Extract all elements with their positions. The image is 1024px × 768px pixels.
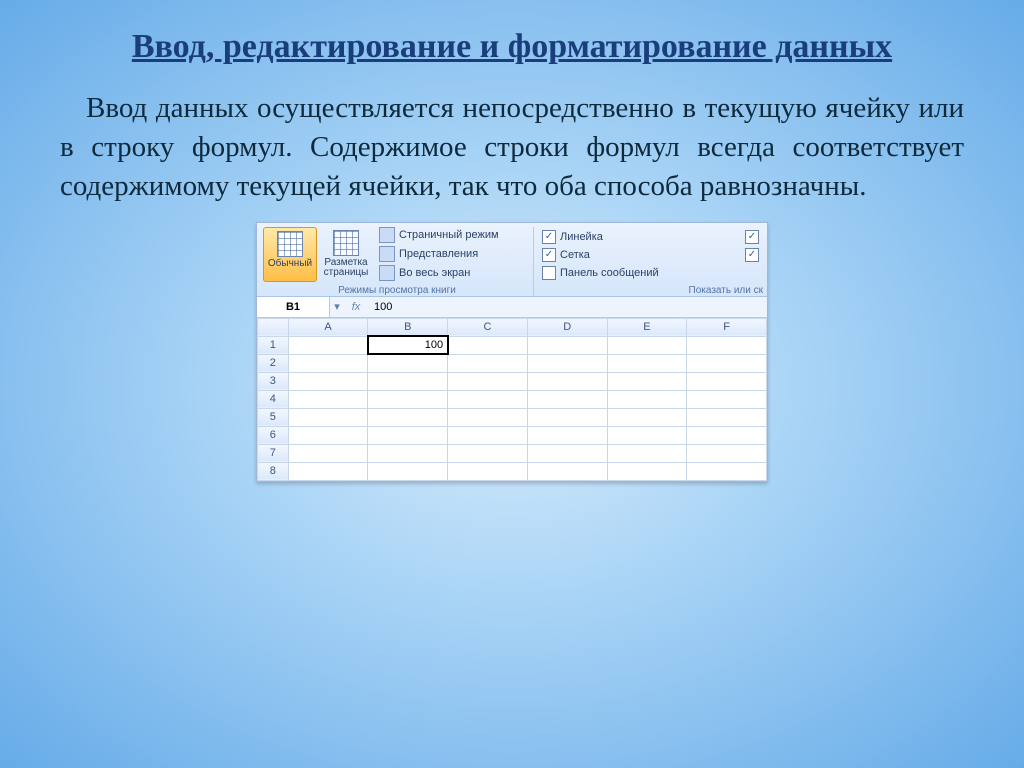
cell[interactable]: 100 — [368, 336, 448, 354]
cell[interactable] — [368, 462, 448, 480]
col-header[interactable]: B — [368, 318, 448, 336]
cell[interactable] — [448, 390, 528, 408]
page-icon — [333, 230, 359, 256]
formula-input[interactable]: 100 — [368, 301, 392, 313]
row-header[interactable]: 4 — [258, 390, 289, 408]
col-header[interactable]: F — [687, 318, 767, 336]
cell[interactable] — [527, 408, 607, 426]
row-header[interactable]: 7 — [258, 444, 289, 462]
cell[interactable] — [607, 390, 687, 408]
row-header[interactable]: 2 — [258, 354, 289, 372]
row-header[interactable]: 3 — [258, 372, 289, 390]
cell[interactable] — [288, 372, 368, 390]
gridlines-checkbox[interactable]: Сетка — [542, 247, 651, 263]
group-views-label: Режимы просмотра книги — [261, 285, 533, 296]
cell[interactable] — [607, 426, 687, 444]
row-header[interactable]: 1 — [258, 336, 289, 354]
checkbox-icon — [542, 230, 556, 244]
message-bar-checkbox[interactable]: Панель сообщений — [542, 265, 759, 281]
cell[interactable] — [368, 372, 448, 390]
cell[interactable] — [448, 372, 528, 390]
formula-bar: B1 ▾ fx 100 — [257, 297, 767, 318]
slide-heading: Ввод, редактирование и форматирование да… — [60, 26, 964, 69]
cell[interactable] — [687, 354, 767, 372]
col-header[interactable]: A — [288, 318, 368, 336]
cell[interactable] — [607, 354, 687, 372]
col-header[interactable]: C — [448, 318, 528, 336]
view-normal-label: Обычный — [268, 259, 312, 270]
cell[interactable] — [368, 390, 448, 408]
row-header[interactable]: 5 — [258, 408, 289, 426]
cell[interactable] — [288, 390, 368, 408]
cell[interactable] — [288, 408, 368, 426]
ruler-checkbox[interactable]: Линейка — [542, 229, 651, 245]
cell[interactable] — [368, 426, 448, 444]
fx-label[interactable]: fx — [344, 301, 368, 313]
cell[interactable] — [448, 444, 528, 462]
row-header[interactable]: 6 — [258, 426, 289, 444]
cell[interactable] — [368, 408, 448, 426]
select-all-corner[interactable] — [258, 318, 289, 336]
row-header[interactable]: 8 — [258, 462, 289, 480]
cell[interactable] — [288, 354, 368, 372]
fullscreen-button[interactable]: Во весь экран — [379, 265, 529, 282]
cell[interactable] — [368, 444, 448, 462]
fullscreen-icon — [379, 265, 395, 281]
cell[interactable] — [527, 462, 607, 480]
checkbox-icon — [542, 266, 556, 280]
ribbon-group-views: Обычный Разметка страницы Страничный реж… — [261, 227, 534, 296]
cell[interactable] — [607, 444, 687, 462]
cell[interactable] — [288, 426, 368, 444]
cell[interactable] — [607, 336, 687, 354]
cell[interactable] — [527, 426, 607, 444]
cell[interactable] — [448, 462, 528, 480]
view-page-layout-button[interactable]: Разметка страницы — [320, 227, 372, 282]
cell[interactable] — [527, 444, 607, 462]
cell[interactable] — [607, 372, 687, 390]
custom-views-button[interactable]: Представления — [379, 246, 529, 263]
slide-paragraph: Ввод данных осуществляется непосредствен… — [60, 89, 964, 206]
cell[interactable] — [448, 408, 528, 426]
spreadsheet-grid[interactable]: ABCDEF 1 100 2345678 — [257, 318, 767, 481]
cell[interactable] — [527, 354, 607, 372]
checkbox-icon[interactable] — [745, 248, 759, 262]
cell[interactable] — [687, 462, 767, 480]
cell[interactable] — [368, 354, 448, 372]
excel-screenshot: Обычный Разметка страницы Страничный реж… — [256, 222, 768, 482]
cell[interactable] — [687, 408, 767, 426]
view-layout-label: Разметка страницы — [322, 258, 370, 279]
cell[interactable] — [687, 336, 767, 354]
cell[interactable] — [527, 372, 607, 390]
cell[interactable] — [687, 390, 767, 408]
col-header[interactable]: E — [607, 318, 687, 336]
cell[interactable] — [288, 462, 368, 480]
cell[interactable] — [687, 372, 767, 390]
checkbox-icon — [542, 248, 556, 262]
page-break-preview-button[interactable]: Страничный режим — [379, 227, 529, 244]
ribbon-group-show: Линейка Сетка Панель сообщений Показать … — [534, 227, 763, 296]
cell[interactable] — [527, 390, 607, 408]
col-header[interactable]: D — [527, 318, 607, 336]
cell[interactable] — [448, 336, 528, 354]
cell[interactable] — [448, 426, 528, 444]
cell[interactable] — [687, 426, 767, 444]
cell[interactable] — [288, 336, 368, 354]
ribbon: Обычный Разметка страницы Страничный реж… — [257, 223, 767, 297]
group-show-label: Показать или ск — [534, 285, 763, 296]
checkbox-icon[interactable] — [745, 230, 759, 244]
cell[interactable] — [687, 444, 767, 462]
cell[interactable] — [607, 462, 687, 480]
cell[interactable] — [527, 336, 607, 354]
cell[interactable] — [448, 354, 528, 372]
grid-icon — [277, 231, 303, 257]
name-box[interactable]: B1 — [257, 297, 330, 317]
pagebreak-icon — [379, 227, 395, 243]
cell[interactable] — [607, 408, 687, 426]
name-box-dropdown-icon[interactable]: ▾ — [330, 297, 344, 317]
views-icon — [379, 246, 395, 262]
view-normal-button[interactable]: Обычный — [263, 227, 317, 282]
cell[interactable] — [288, 444, 368, 462]
